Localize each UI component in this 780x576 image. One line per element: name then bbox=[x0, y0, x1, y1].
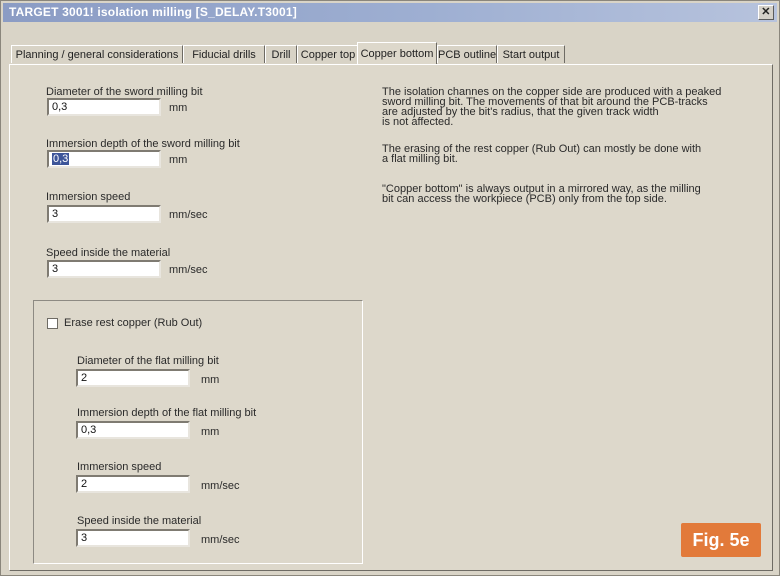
sword-speed-inside-unit: mm/sec bbox=[169, 264, 208, 276]
flat-depth-unit: mm bbox=[201, 426, 220, 438]
tab-copper-bottom[interactable]: Copper bottom bbox=[357, 42, 437, 64]
tab-start-output[interactable]: Start output bbox=[497, 45, 565, 63]
tab-pcb-outline[interactable]: PCB outline bbox=[437, 45, 497, 63]
sword-immersion-speed-unit: mm/sec bbox=[169, 209, 208, 221]
sword-depth-label: Immersion depth of the sword milling bit bbox=[46, 138, 240, 150]
sword-immersion-speed-label: Immersion speed bbox=[46, 191, 131, 203]
flat-immersion-speed-unit: mm/sec bbox=[201, 480, 240, 492]
figure-label: Fig. 5e bbox=[681, 523, 761, 557]
rub-out-checkbox-label[interactable]: Erase rest copper (Rub Out) bbox=[64, 317, 202, 329]
flat-diameter-unit: mm bbox=[201, 374, 220, 386]
flat-speed-inside-input[interactable]: 3 bbox=[76, 529, 190, 547]
flat-immersion-speed-input[interactable]: 2 bbox=[76, 475, 190, 493]
description-line: is not affected. bbox=[382, 116, 454, 128]
rub-out-checkbox[interactable] bbox=[47, 318, 58, 329]
flat-diameter-label: Diameter of the flat milling bit bbox=[77, 355, 219, 367]
flat-depth-input[interactable]: 0,3 bbox=[76, 421, 190, 439]
sword-depth-input[interactable]: 0,3 bbox=[47, 150, 161, 168]
tab-copper-top[interactable]: Copper top bbox=[297, 45, 359, 63]
sword-diameter-label: Diameter of the sword milling bit bbox=[46, 86, 203, 98]
tab-strip: Planning / general considerations Fiduci… bbox=[11, 42, 771, 65]
flat-immersion-speed-label: Immersion speed bbox=[77, 461, 162, 473]
description-line: bit can access the workpiece (PCB) only … bbox=[382, 193, 667, 205]
flat-depth-label: Immersion depth of the flat milling bit bbox=[77, 407, 257, 419]
sword-depth-unit: mm bbox=[169, 154, 188, 166]
description-paragraph-3: "Copper bottom" is always output in a mi… bbox=[382, 184, 742, 205]
sword-speed-inside-label: Speed inside the material bbox=[46, 247, 171, 259]
app-window: TARGET 3001! isolation milling [S_DELAY.… bbox=[0, 0, 780, 576]
sword-immersion-speed-input[interactable]: 3 bbox=[47, 205, 161, 223]
sword-depth-value: 0,3 bbox=[52, 153, 70, 165]
description-line: a flat milling bit. bbox=[382, 153, 458, 165]
description-paragraph-2: The erasing of the rest copper (Rub Out)… bbox=[382, 144, 742, 165]
sword-diameter-input[interactable]: 0,3 bbox=[47, 98, 161, 116]
flat-speed-inside-label: Speed inside the material bbox=[77, 515, 202, 527]
flat-speed-inside-unit: mm/sec bbox=[201, 534, 240, 546]
sword-speed-inside-input[interactable]: 3 bbox=[47, 260, 161, 278]
tab-fiducial-drills[interactable]: Fiducial drills bbox=[183, 45, 265, 63]
window-title: TARGET 3001! isolation milling [S_DELAY.… bbox=[9, 5, 297, 19]
description-paragraph-1: The isolation channes on the copper side… bbox=[382, 87, 742, 128]
close-button[interactable]: ✕ bbox=[758, 5, 774, 20]
tab-planning[interactable]: Planning / general considerations bbox=[11, 45, 183, 63]
sword-diameter-unit: mm bbox=[169, 102, 188, 114]
title-bar[interactable]: TARGET 3001! isolation milling [S_DELAY.… bbox=[3, 3, 777, 22]
tab-drill[interactable]: Drill bbox=[265, 45, 297, 63]
flat-diameter-input[interactable]: 2 bbox=[76, 369, 190, 387]
